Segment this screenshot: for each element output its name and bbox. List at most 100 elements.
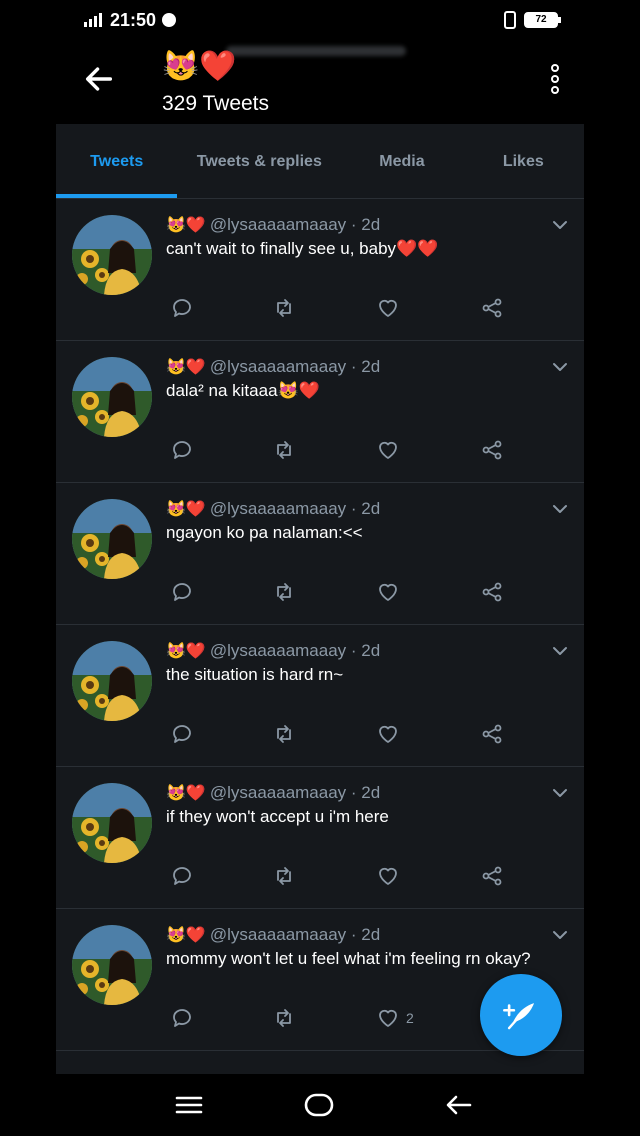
avatar[interactable] [72, 215, 152, 295]
avatar[interactable] [72, 925, 152, 1005]
tweet-meta: 😻❤️ @lysaaaaamaaay · 2d [166, 499, 380, 519]
battery-icon: 72 [524, 12, 561, 28]
like-button[interactable] [376, 721, 406, 747]
author-handle-time: @lysaaaaamaaay · 2d [209, 925, 381, 944]
retweet-button[interactable] [272, 1005, 296, 1031]
reply-icon [173, 441, 191, 459]
retweet-icon [277, 583, 291, 601]
avatar[interactable] [72, 783, 152, 863]
tab-tweets[interactable]: Tweets [56, 124, 178, 198]
compose-tweet-button[interactable] [480, 974, 562, 1056]
share-icon [482, 582, 502, 602]
retweet-button[interactable] [272, 721, 296, 747]
heart-icon [379, 867, 397, 885]
retweet-icon [277, 299, 291, 317]
author-handle-time: @lysaaaaamaaay · 2d [209, 783, 381, 802]
tweet-actions [166, 437, 516, 465]
more-vertical-icon[interactable] [548, 64, 562, 104]
share-icon [482, 866, 502, 886]
share-button[interactable] [480, 295, 504, 321]
system-nav-bar [56, 1074, 584, 1136]
heart-icon [379, 299, 397, 317]
blurred-region [226, 46, 406, 56]
author-name: 😻❤️ [166, 359, 206, 376]
share-button[interactable] [480, 721, 504, 747]
status-time: 21:50 [110, 9, 157, 30]
retweet-icon [277, 867, 291, 885]
reply-button[interactable] [170, 721, 194, 747]
compose-icon [503, 1003, 535, 1030]
like-button[interactable] [376, 437, 406, 463]
retweet-button[interactable] [272, 437, 296, 463]
tweet-meta: 😻❤️ @lysaaaaamaaay · 2d [166, 783, 380, 803]
status-bar: 21:50 72 [56, 0, 584, 40]
like-button[interactable] [376, 579, 406, 605]
chevron-down-icon[interactable] [552, 927, 568, 943]
tweet-feed: 😻❤️ @lysaaaaamaaay · 2d can't wait to fin… [56, 199, 584, 1051]
nav-home-icon[interactable] [304, 1092, 334, 1118]
retweet-icon [277, 1009, 291, 1027]
tab-likes[interactable]: Likes [463, 124, 584, 198]
like-button[interactable]: 2 [376, 1005, 414, 1031]
like-button[interactable] [376, 863, 406, 889]
share-button[interactable] [480, 579, 504, 605]
tweet-meta: 😻❤️ @lysaaaaamaaay · 2d [166, 925, 380, 945]
tweet-text: ngayon ko pa nalaman:<< [166, 523, 363, 542]
tab-tweets-replies[interactable]: Tweets & replies [177, 124, 341, 198]
reply-icon [173, 299, 191, 317]
share-button[interactable] [480, 437, 504, 463]
reply-button[interactable] [170, 1005, 194, 1031]
tweet[interactable]: 😻❤️ @lysaaaaamaaay · 2d if they won't acc… [56, 767, 584, 909]
author-name: 😻❤️ [166, 785, 206, 802]
reply-button[interactable] [170, 295, 194, 321]
nav-back-icon[interactable] [444, 1092, 474, 1118]
tweet-actions [166, 295, 516, 323]
tweet-actions [166, 721, 516, 749]
tab-media[interactable]: Media [341, 124, 462, 198]
author-name: 😻❤️ [166, 643, 206, 660]
heart-icon [379, 725, 397, 743]
back-arrow-icon[interactable] [82, 62, 116, 96]
heart-icon [379, 583, 397, 601]
tweet-meta: 😻❤️ @lysaaaaamaaay · 2d [166, 641, 380, 661]
author-name: 😻❤️ [166, 927, 206, 944]
share-icon [482, 440, 502, 460]
nav-menu-icon[interactable] [174, 1092, 204, 1118]
signal-icon [84, 13, 102, 27]
retweet-button[interactable] [272, 579, 296, 605]
author-handle-time: @lysaaaaamaaay · 2d [209, 641, 381, 660]
tweet[interactable]: 😻❤️ @lysaaaaamaaay · 2d dala² na kitaaa😻❤… [56, 341, 584, 483]
reply-button[interactable] [170, 579, 194, 605]
tweet-text: mommy won't let u feel what i'm feeling … [166, 949, 531, 968]
retweet-button[interactable] [272, 863, 296, 889]
tweet[interactable]: 😻❤️ @lysaaaaamaaay · 2d the situation is … [56, 625, 584, 767]
avatar[interactable] [72, 641, 152, 721]
tweet-actions: 2 [166, 1005, 516, 1033]
tweet-text: can't wait to finally see u, baby❤️❤️ [166, 239, 439, 258]
like-count: 2 [406, 1010, 414, 1026]
tweet[interactable]: 😻❤️ @lysaaaaamaaay · 2d can't wait to fin… [56, 199, 584, 341]
chevron-down-icon[interactable] [552, 785, 568, 801]
chevron-down-icon[interactable] [552, 217, 568, 233]
author-name: 😻❤️ [166, 217, 206, 234]
retweet-button[interactable] [272, 295, 296, 321]
chevron-down-icon[interactable] [552, 643, 568, 659]
reply-icon [173, 1009, 191, 1027]
heart-icon [379, 441, 397, 459]
chevron-down-icon[interactable] [552, 501, 568, 517]
avatar[interactable] [72, 357, 152, 437]
author-name: 😻❤️ [166, 501, 206, 518]
tweet-actions [166, 579, 516, 607]
chevron-down-icon[interactable] [552, 359, 568, 375]
alarm-icon [162, 13, 177, 27]
like-button[interactable] [376, 295, 406, 321]
reply-button[interactable] [170, 863, 194, 889]
author-handle-time: @lysaaaaamaaay · 2d [209, 357, 381, 376]
tweet-text: dala² na kitaaa😻❤️ [166, 381, 320, 400]
tweet[interactable]: 😻❤️ @lysaaaaamaaay · 2d ngayon ko pa nala… [56, 483, 584, 625]
avatar[interactable] [72, 499, 152, 579]
retweet-icon [277, 441, 291, 459]
reply-button[interactable] [170, 437, 194, 463]
share-button[interactable] [480, 863, 504, 889]
reply-icon [173, 725, 191, 743]
